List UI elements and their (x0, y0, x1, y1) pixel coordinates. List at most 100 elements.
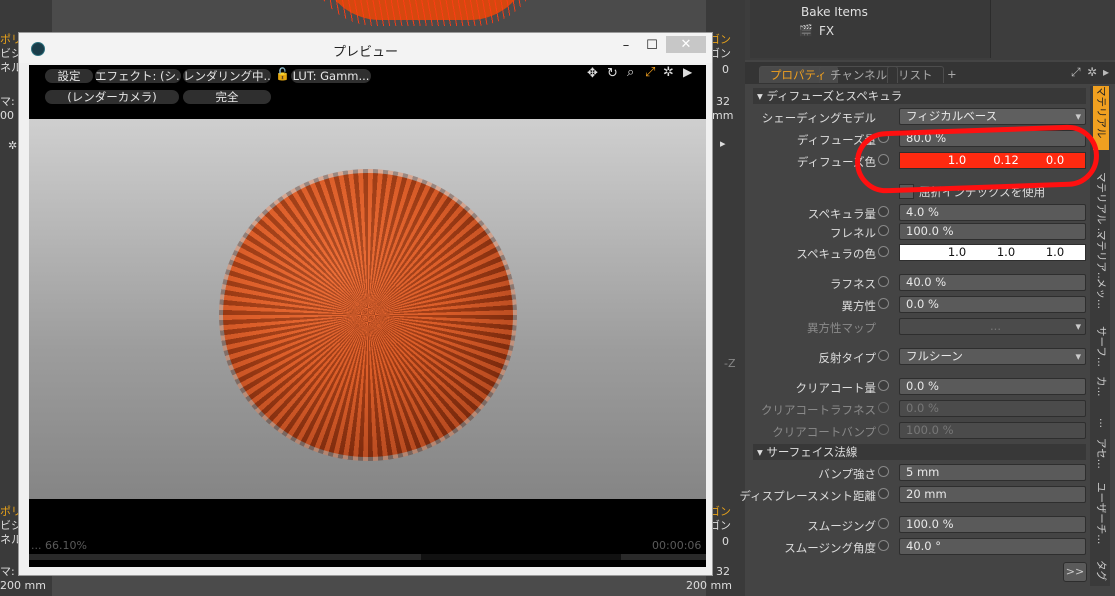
specular-amount-label: スペキュラ量 (807, 207, 876, 221)
smoothing-field[interactable]: 100.0 % (899, 516, 1086, 533)
refresh-icon[interactable]: ↻ (607, 66, 618, 81)
time-text: 00:00:06 (652, 539, 702, 552)
color-g: 1.0 (996, 245, 1016, 259)
roughness-row: ラフネス 40.0 % (753, 273, 1086, 293)
fresnel-label: フレネル (830, 226, 876, 240)
clearcoat-roughness-label: クリアコートラフネス (761, 403, 876, 417)
section-diffuse-specular[interactable]: ▾ ディフューズとスペキュラ (753, 88, 1086, 104)
channel-dot-icon[interactable] (878, 298, 889, 309)
lut-dropdown[interactable]: LUT: Gamm... (291, 69, 371, 83)
specular-color-label: スペキュラの色 (796, 247, 876, 261)
arrow-right-icon[interactable]: ▸ (720, 138, 726, 150)
tab-list[interactable]: リスト (887, 66, 944, 83)
move-icon[interactable]: ✥ (587, 66, 598, 81)
displacement-distance-field[interactable]: 20 mm (899, 486, 1086, 503)
channel-dot-icon[interactable] (878, 380, 889, 391)
zoom-icon[interactable]: ⌕ (627, 65, 634, 80)
roughness-label: ラフネス (830, 277, 876, 291)
progress-text: ... 66.10% (31, 539, 87, 552)
anisotropy-label: 異方性 (841, 299, 877, 313)
bump-strength-row: バンプ強さ 5 mm (753, 463, 1086, 483)
tree-item-fx[interactable]: FX (819, 24, 834, 38)
item-tree: Bake Items 🎬 FX (745, 0, 1115, 60)
vtab-material-2[interactable]: マテリアル ... (1093, 172, 1109, 238)
clearcoat-bump-field[interactable]: 100.0 % (899, 422, 1086, 439)
preview-titlebar[interactable]: プレビュー – ☐ ✕ (19, 33, 712, 63)
progress-bar-fill (421, 554, 621, 560)
bump-strength-label: バンプ強さ (818, 467, 876, 481)
channel-dot-icon[interactable] (878, 488, 889, 499)
vtab-more[interactable]: ... (1093, 418, 1109, 434)
anisotropy-map-row: 異方性マップ ... (753, 317, 1086, 337)
vtab-user-channels[interactable]: ユーザーチ... (1093, 482, 1109, 544)
channel-dot-icon[interactable] (878, 424, 889, 435)
fresnel-field[interactable]: 100.0 % (899, 223, 1086, 240)
rendering-status-button[interactable]: レンダリング中... (183, 69, 271, 83)
reflection-type-row: 反射タイプ フルシーン (753, 347, 1086, 367)
vtab-tags[interactable]: タグ (1093, 560, 1109, 584)
camera-dropdown[interactable]: (レンダーカメラ) (45, 90, 179, 104)
quality-dropdown[interactable]: 完全 (183, 90, 271, 104)
channel-dot-icon[interactable] (878, 402, 889, 413)
roughness-field[interactable]: 40.0 % (899, 274, 1086, 291)
shading-model-select[interactable]: フィジカルベース (899, 108, 1086, 125)
vtab-camera[interactable]: カ... (1093, 376, 1109, 406)
smoothing-angle-label: スムージング角度 (784, 541, 876, 555)
preview-title: プレビュー (332, 45, 398, 60)
viewport-fur-sphere (310, 0, 540, 26)
channel-dot-icon[interactable] (878, 466, 889, 477)
smoothing-angle-field[interactable]: 40.0 ° (899, 538, 1086, 555)
expand-button[interactable]: >> (1063, 562, 1087, 582)
specular-amount-field[interactable]: 4.0 % (899, 204, 1086, 221)
expand-icon[interactable]: ⤢ (1071, 65, 1081, 80)
bump-strength-field[interactable]: 5 mm (899, 464, 1086, 481)
channel-dot-icon[interactable] (878, 350, 889, 361)
channel-dot-icon[interactable] (878, 276, 889, 287)
minimize-button[interactable]: – (613, 37, 639, 55)
specular-color-field[interactable]: 1.0 1.0 1.0 (899, 244, 1086, 261)
maximize-button[interactable]: ☐ (639, 37, 665, 55)
info-text: 32 (716, 565, 730, 578)
close-button[interactable]: ✕ (666, 36, 706, 53)
fresnel-row: フレネル 100.0 % (753, 222, 1086, 242)
add-tab-button[interactable]: + (937, 66, 967, 82)
render-area[interactable] (29, 119, 706, 499)
channel-dot-icon[interactable] (878, 246, 889, 257)
clearcoat-amount-field[interactable]: 0.0 % (899, 378, 1086, 395)
clearcoat-amount-row: クリアコート量 0.0 % (753, 377, 1086, 397)
gear-icon[interactable]: ✲ (663, 65, 674, 80)
info-text: 32 (716, 95, 730, 108)
highlight-ring (853, 123, 1101, 195)
settings-button[interactable]: 設定 (45, 69, 93, 83)
clearcoat-roughness-row: クリアコートラフネス 0.0 % (753, 399, 1086, 419)
anisotropy-map-label: 異方性マップ (807, 321, 876, 335)
preview-window[interactable]: プレビュー – ☐ ✕ 設定 エフェクト: (シ... レンダリング中... 🔓… (18, 32, 713, 576)
vtab-mesh[interactable]: メッ... (1093, 278, 1109, 320)
axis-label: -Z (724, 357, 736, 370)
specular-amount-row: スペキュラ量 4.0 % (753, 203, 1086, 223)
tree-item-bake-items[interactable]: Bake Items (801, 5, 868, 19)
reflection-type-select[interactable]: フルシーン (899, 348, 1086, 365)
channel-dot-icon[interactable] (878, 540, 889, 551)
specular-color-row: スペキュラの色 1.0 1.0 1.0 (753, 243, 1086, 263)
clearcoat-roughness-field[interactable]: 0.0 % (899, 400, 1086, 417)
unlock-icon[interactable]: 🔓 (275, 67, 290, 81)
channel-dot-icon[interactable] (878, 206, 889, 217)
fit-icon[interactable]: ⤢ (645, 65, 655, 80)
channel-dot-icon[interactable] (878, 225, 889, 236)
vtab-assets[interactable]: アセ... (1093, 438, 1109, 469)
play-icon[interactable]: ▶ (683, 65, 692, 79)
more-icon[interactable]: ▸ (1103, 65, 1109, 79)
properties-panel: Bake Items 🎬 FX プロパティ チャンネル リスト + ⤢ ✲ ▸ … (739, 0, 1115, 596)
channel-dot-icon[interactable] (878, 518, 889, 529)
shading-model-row: シェーディングモデル フィジカルベース (753, 107, 1086, 127)
effect-dropdown[interactable]: エフェクト: (シ... (95, 69, 181, 83)
color-r: 1.0 (947, 245, 967, 259)
gear-icon[interactable]: ✲ (8, 140, 17, 152)
vtab-material-3[interactable]: マテリア... (1093, 230, 1109, 282)
anisotropy-map-select[interactable]: ... (899, 318, 1086, 335)
vtab-surface[interactable]: サーフ... (1093, 326, 1109, 374)
gear-icon[interactable]: ✲ (1087, 65, 1097, 79)
section-surface-normal[interactable]: ▾ サーフェイス法線 (753, 444, 1086, 460)
anisotropy-field[interactable]: 0.0 % (899, 296, 1086, 313)
